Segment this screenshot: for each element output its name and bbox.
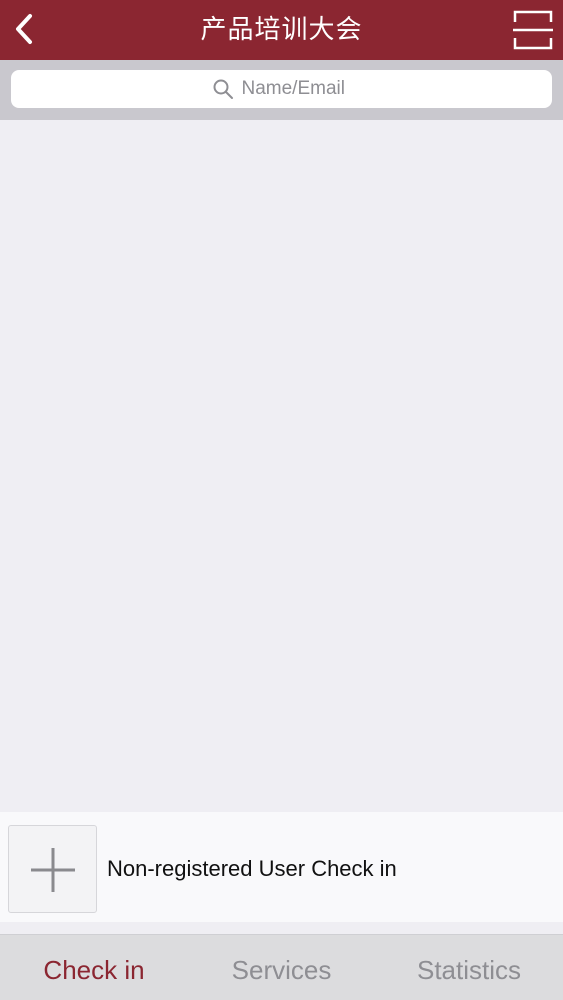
scan-button[interactable] xyxy=(511,8,555,52)
navigation-bar: 产品培训大会 xyxy=(0,0,563,60)
search-field[interactable] xyxy=(11,70,552,108)
search-bar xyxy=(0,60,563,120)
scan-icon xyxy=(513,10,553,50)
nonregistered-checkin-row[interactable]: Non-registered User Check in xyxy=(0,812,563,922)
checkin-screen: 产品培训大会 Non-registered User xyxy=(0,0,563,1000)
search-icon xyxy=(213,79,233,99)
attendee-list[interactable] xyxy=(0,120,563,812)
search-input[interactable] xyxy=(241,74,352,104)
add-nonregistered-button[interactable] xyxy=(8,825,97,913)
page-title: 产品培训大会 xyxy=(200,15,363,45)
plus-icon xyxy=(31,848,75,892)
chevron-left-icon xyxy=(16,14,32,44)
tab-bar: Check in Services Statistics xyxy=(0,934,563,1000)
tab-statistics[interactable]: Statistics xyxy=(375,935,563,1000)
nonregistered-checkin-label: Non-registered User Check in xyxy=(107,856,397,881)
tab-services[interactable]: Services xyxy=(188,935,375,1000)
tab-check-in[interactable]: Check in xyxy=(0,935,188,1000)
back-button[interactable] xyxy=(10,10,40,50)
